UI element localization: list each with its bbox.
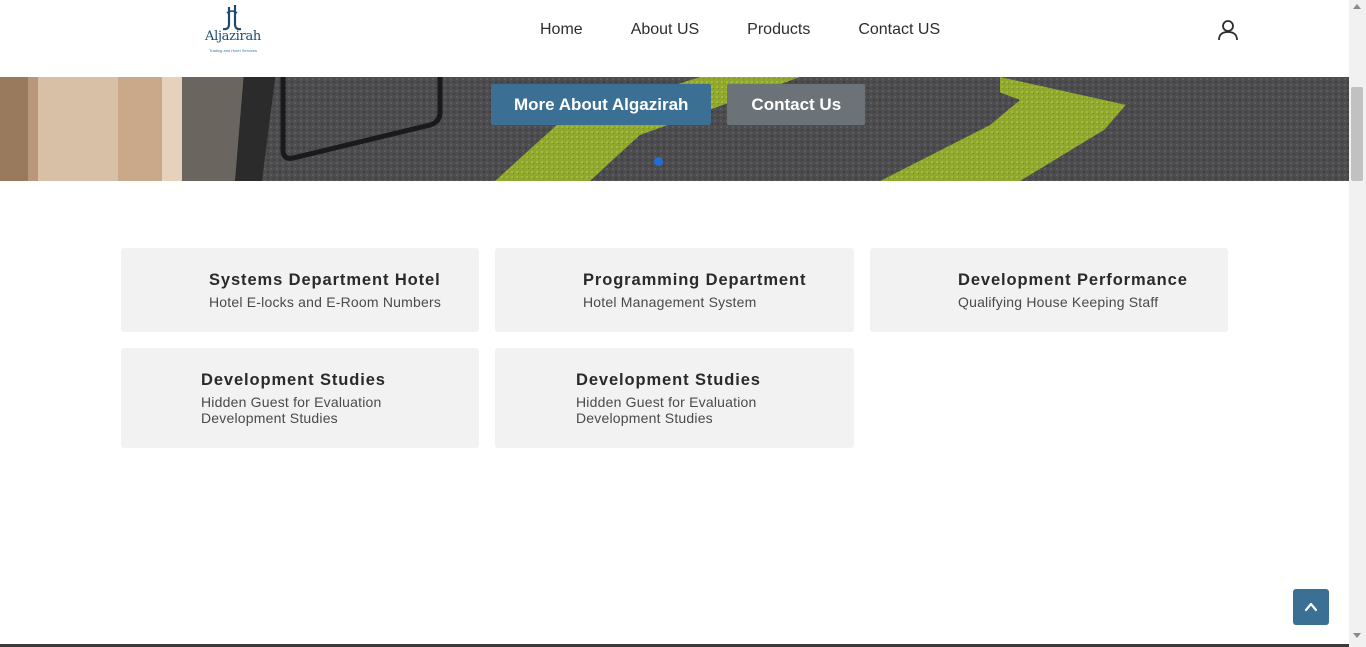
carousel-indicator[interactable] xyxy=(654,157,663,166)
card-title: Development Performance xyxy=(958,271,1188,289)
card-title: Development Studies xyxy=(576,371,761,389)
service-card[interactable]: Development Studies Hidden Guest for Eva… xyxy=(121,348,479,448)
nav-products[interactable]: Products xyxy=(747,20,810,40)
more-about-button[interactable]: More About Algazirah xyxy=(491,84,712,125)
card-title: Programming Department xyxy=(583,271,807,289)
card-subtitle: Hotel E-locks and E-Room Numbers xyxy=(209,294,442,310)
card-title: Systems Department Hotel xyxy=(209,271,441,289)
card-subtitle: Qualifying House Keeping Staff xyxy=(958,294,1159,310)
scroll-thumb[interactable] xyxy=(1351,87,1363,181)
brand-logo[interactable]: Aljazirah Trading and Hotel Services xyxy=(203,4,263,56)
card-subtitle: Hotel Management System xyxy=(583,294,757,310)
service-card[interactable]: Programming Department Hotel Management … xyxy=(495,248,854,332)
contact-us-button[interactable]: Contact Us xyxy=(727,84,866,125)
logo-text: Aljazirah xyxy=(205,29,261,44)
back-to-top-button[interactable] xyxy=(1293,589,1329,625)
page-scrollbar[interactable] xyxy=(1349,0,1366,647)
service-card[interactable]: Systems Department Hotel Hotel E-locks a… xyxy=(121,248,479,332)
nav-home[interactable]: Home xyxy=(540,20,583,40)
nav-about-us[interactable]: About US xyxy=(631,20,699,40)
card-subtitle-line-1: Hidden Guest for Evaluation xyxy=(576,394,757,410)
card-subtitle-line-2: Development Studies xyxy=(576,410,713,426)
chevron-up-icon xyxy=(1304,602,1318,612)
logo-tagline: Trading and Hotel Services xyxy=(208,48,258,53)
service-card[interactable]: Development Performance Qualifying House… xyxy=(870,248,1228,332)
service-card[interactable]: Development Studies Hidden Guest for Eva… xyxy=(495,348,854,448)
scroll-up-arrow-icon[interactable] xyxy=(1353,4,1361,9)
card-title: Development Studies xyxy=(201,371,386,389)
user-icon[interactable] xyxy=(1217,19,1239,41)
card-subtitle-line-2: Development Studies xyxy=(201,410,338,426)
scroll-down-arrow-icon[interactable] xyxy=(1353,633,1361,638)
nav-contact-us[interactable]: Contact US xyxy=(858,20,940,40)
main-nav: Home About US Products Contact US xyxy=(540,20,940,40)
navbar: Aljazirah Trading and Hotel Services Hom… xyxy=(0,0,1349,77)
card-subtitle-line-1: Hidden Guest for Evaluation xyxy=(201,394,382,410)
